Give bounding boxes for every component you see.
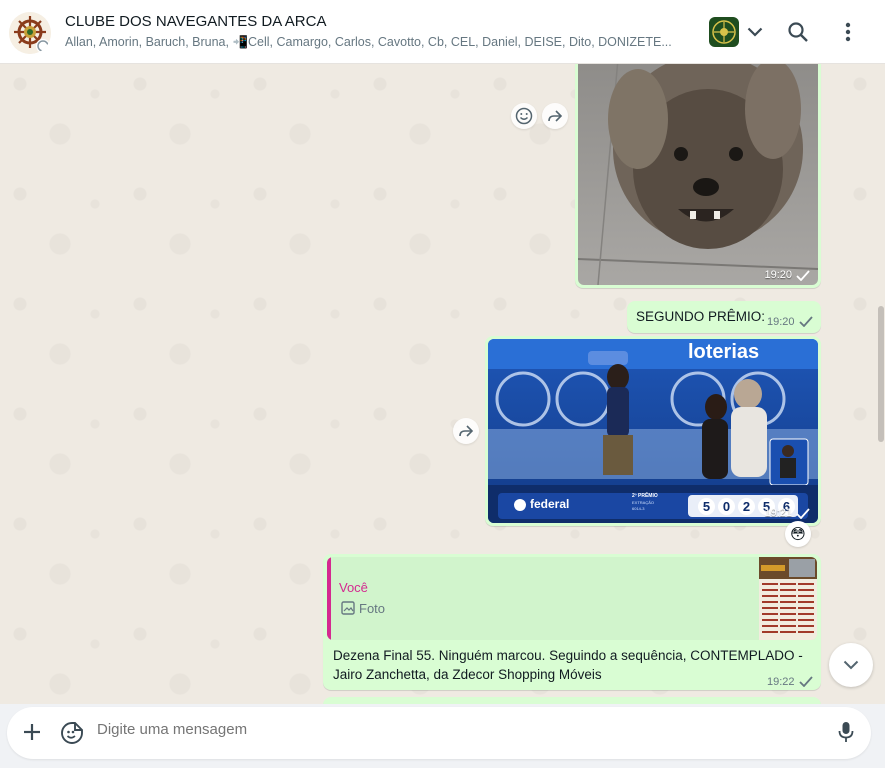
scroll-down-button[interactable]	[829, 643, 873, 687]
message-image-bubble[interactable]: loterias federal 2º PRÊMIO EXTRAÇÃO 6014…	[485, 336, 821, 526]
community-avatar	[709, 17, 739, 47]
message-time: 19:20	[767, 316, 795, 328]
plus-icon[interactable]	[22, 722, 42, 742]
message-time: 19:22	[767, 676, 795, 688]
message-time: 19:20	[764, 269, 792, 281]
search-icon[interactable]	[786, 20, 810, 44]
mic-icon[interactable]	[838, 721, 854, 743]
group-members: Allan, Amorin, Baruch, Bruna, 📲Cell, Cam…	[65, 35, 672, 49]
group-info[interactable]: CLUBE DOS NAVEGANTES DA ARCA Allan, Amor…	[65, 13, 675, 50]
forward-icon[interactable]	[453, 418, 479, 444]
kebab-menu-icon[interactable]	[836, 20, 860, 44]
chat-area[interactable]: 19:20 SEGUNDO PRÊMIO: 19:20 loterias fed…	[0, 64, 885, 704]
chevron-down-icon	[843, 660, 859, 670]
scrollbar[interactable]	[878, 306, 884, 442]
message-reply-bubble[interactable]: Você Foto Dezena Final 55. Ninguém marco…	[323, 554, 821, 690]
community-button[interactable]	[709, 17, 763, 47]
check-icon	[799, 316, 813, 327]
chat-header: CLUBE DOS NAVEGANTES DA ARCA Allan, Amor…	[0, 0, 885, 64]
message-image[interactable]: loterias federal 2º PRÊMIO EXTRAÇÃO 6014…	[488, 339, 818, 523]
message-text-bubble[interactable]: SEGUNDO PRÊMIO: 19:20	[627, 301, 821, 333]
message-image[interactable]: 19:20	[578, 64, 818, 285]
message-bubble-partial[interactable]	[323, 697, 821, 704]
chevron-down-icon	[747, 27, 763, 37]
sticker-icon[interactable]	[60, 721, 84, 745]
quoted-type: Foto	[359, 601, 386, 616]
digit-ball: 5	[698, 498, 715, 515]
brand-text: loterias	[688, 341, 760, 363]
logo-text: federal	[530, 497, 570, 511]
check-icon	[796, 269, 810, 281]
message-input[interactable]	[97, 721, 797, 738]
extraction-number: 6014-3	[632, 506, 645, 511]
check-icon	[796, 507, 810, 519]
group-avatar[interactable]	[9, 12, 51, 54]
digit-ball: 0	[718, 498, 735, 515]
smile-icon[interactable]	[511, 103, 537, 129]
quoted-author: Você	[339, 580, 368, 595]
message-image-bubble[interactable]: 19:20	[575, 64, 821, 288]
message-text: Dezena Final 55. Ninguém marcou. Seguind…	[333, 648, 803, 682]
composer-bar	[0, 704, 885, 768]
message-text: SEGUNDO PRÊMIO:	[636, 309, 766, 324]
quoted-message[interactable]: Você Foto	[327, 557, 817, 640]
message-time: 19:21	[764, 507, 792, 519]
digit-ball: 2	[738, 498, 755, 515]
quote-bar	[327, 557, 331, 640]
photo-icon	[341, 601, 355, 615]
reaction-badge[interactable]: 😳	[785, 521, 811, 547]
group-title: CLUBE DOS NAVEGANTES DA ARCA	[65, 13, 327, 30]
quoted-thumbnail	[759, 557, 817, 640]
forward-icon[interactable]	[542, 103, 568, 129]
check-icon	[799, 676, 813, 687]
composer	[7, 707, 871, 759]
prize-text: 2º PRÊMIO	[632, 493, 658, 499]
extraction-label: EXTRAÇÃO	[632, 500, 655, 505]
